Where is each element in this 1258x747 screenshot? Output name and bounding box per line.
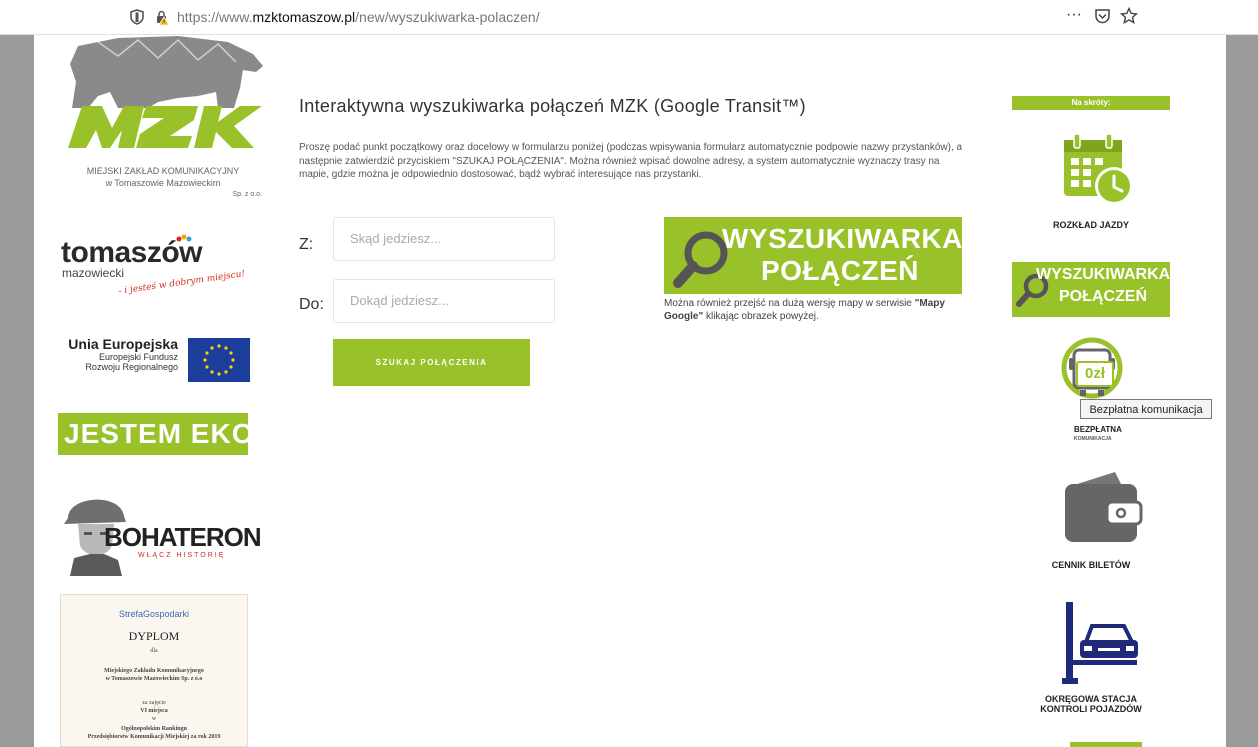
eu-stars-icon [203,344,235,376]
to-label: Do: [299,296,324,313]
bohateron-logo[interactable]: BOHATERON WŁĄCZ HISTORIĘ [58,488,262,578]
free-badge: 0zł [1076,361,1114,387]
tomaszow-slogan: - i jesteś w dobrym miejscu! [117,269,246,297]
from-label: Z: [299,236,314,253]
diploma-org-line2: w Tomaszowie Mazowieckim Sp. z o.o [105,676,203,682]
tomaszow-colored-dots-icon [176,234,192,242]
star-icon[interactable] [1120,7,1138,25]
jestem-eko-banner[interactable]: JESTEM EKO [58,413,253,455]
eu-title: Unia Europejska [68,336,178,352]
page-actions-menu-icon[interactable]: ··· [1066,6,1082,24]
page-margin-left [0,35,34,747]
shortcuts-header: Na skróty: [1012,96,1170,110]
lock-warning-icon[interactable] [154,9,170,25]
tomaszow-logo-subtext: mazowiecki [62,266,125,280]
diploma-title: DYPLOM [128,629,180,643]
timetable-link[interactable]: ROZKŁAD JAZDY [1012,220,1170,230]
mzk-city-line: w Tomaszowie Mazowieckim [105,178,221,188]
diploma-ranking-line1: Ogólnopolskim Rankingu [121,726,187,732]
diploma-in: w [151,716,157,722]
vehicle-inspection-line2: KONTROLI POJAZDÓW [1040,704,1142,714]
free-transport-tooltip: Bezpłatna komunikacja [1080,399,1212,419]
bohateron-text: BOHATERON [104,522,262,552]
eu-fund-line: Europejski Fundusz [98,352,178,362]
search-connections-button[interactable]: SZUKAJ POŁĄCZENIA [333,339,530,386]
diploma-for-taking: za zajęcie [142,700,166,706]
bohateron-subtext: WŁĄCZ HISTORIĘ [138,552,226,559]
mzk-bear-logo-icon [68,36,263,148]
vehicle-inspection-line1: OKRĘGOWA STACJA [1044,694,1137,704]
next-shortcut-partial[interactable] [1070,742,1142,747]
eu-logo[interactable]: Unia Europejska Europejski Fundusz Rozwo… [58,336,250,386]
caption-text: Można również przejść na dużą wersję map… [664,298,915,309]
eu-fund-line2: Rozwoju Regionalnego [85,362,178,372]
diploma-ranking-line2: Przedsiębiorstw Komunikacji Miejskiej za… [87,734,221,740]
diploma-image[interactable]: StrefaGospodarki DYPLOM dla Miejskiego Z… [60,594,248,747]
pocket-icon[interactable] [1094,8,1111,25]
intro-text: Proszę podać punkt początkowy oraz docel… [299,142,963,180]
url-domain: mzktomaszow.pl [252,9,356,25]
connection-search-banner[interactable]: WYSZUKIWARKA POŁĄCZEŃ [664,217,962,294]
browser-toolbar: https://www.mzktomaszow.pl/new/wyszukiwa… [0,0,1258,35]
small-banner-line1: WYSZUKIWARKA [1036,266,1171,283]
url-text[interactable]: https://www.mzktomaszow.pl/new/wyszukiwa… [177,9,540,25]
banner-caption: Można również przejść na dużą wersję map… [664,297,964,323]
tracking-shield-icon[interactable] [130,9,144,25]
vehicle-inspection-link[interactable]: OKRĘGOWA STACJA KONTROLI POJAZDÓW [1012,694,1170,714]
url-path: /new/wyszukiwarka-polaczen/ [355,9,540,25]
diploma-brand: StrefaGospodarki [118,609,190,619]
small-banner-line2: POŁĄCZEŃ [1059,288,1147,305]
diploma-org-line1: Miejskiego Zakładu Komunikacyjnego [104,668,204,674]
wallet-icon[interactable] [1063,468,1143,546]
free-transport-link-line2[interactable]: KOMUNIKACJA [1074,436,1112,442]
caption-text-end: klikając obrazek powyżej. [703,311,819,322]
eu-text: Unia Europejska Europejski Fundusz Rozwo… [58,336,178,372]
vehicle-inspection-station-icon[interactable] [1062,602,1146,686]
timetable-calendar-icon[interactable] [1062,132,1138,208]
from-input[interactable]: Skąd jedziesz... [333,217,555,261]
to-input[interactable]: Dokąd jedziesz... [333,279,555,323]
banner-line1: WYSZUKIWARKA [722,223,963,254]
eu-flag [188,338,250,382]
banner-line2: POŁĄCZEŃ [761,255,919,286]
ticket-prices-link[interactable]: CENNIK BILETÓW [1012,560,1170,570]
url-prefix: https://www. [177,9,253,25]
tomaszow-logo[interactable]: tomaszów mazowiecki - i jesteś w dobrym … [58,228,248,298]
page-title: Interaktywna wyszukiwarka połączeń MZK (… [299,96,806,116]
diploma-place: VI miejsca [140,708,168,714]
page-margin-right [1226,35,1258,747]
mzk-subtitle: MIEJSKI ZAKŁAD KOMUNIKACYJNY w Tomaszowi… [58,165,268,201]
jestem-eko-text: JESTEM EKO [64,418,255,449]
mzk-name-line: MIEJSKI ZAKŁAD KOMUNIKACYJNY [86,166,240,176]
mzk-company-type: Sp. z o.o. [232,191,262,198]
free-transport-link[interactable]: BEZPŁATNA [1074,425,1122,434]
diploma-for: dla [150,648,158,654]
connection-search-small-banner[interactable]: WYSZUKIWARKA POŁĄCZEŃ [1012,262,1170,317]
